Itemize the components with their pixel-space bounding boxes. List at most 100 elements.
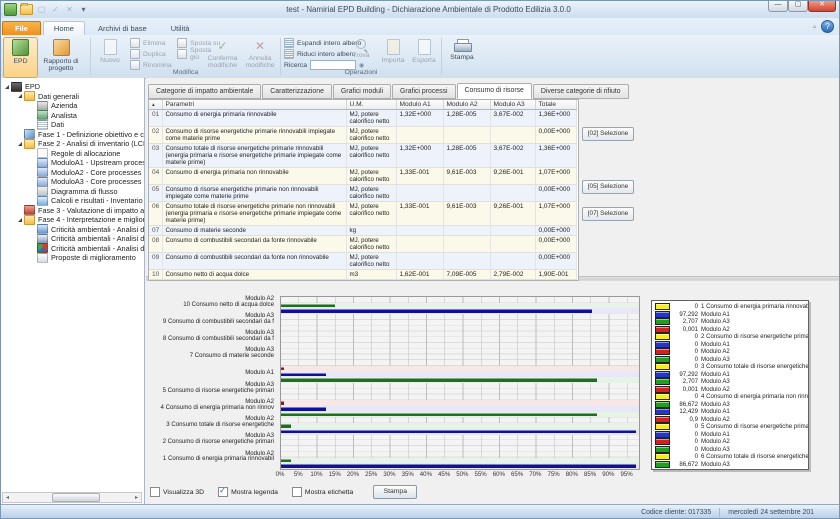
column-header-modulo-a1[interactable]: Modulo A1 xyxy=(396,100,443,110)
confirm-icon[interactable]: ✓ xyxy=(50,4,61,15)
legend-swatch-green xyxy=(655,378,670,385)
duplica-button[interactable]: Duplica xyxy=(130,49,175,59)
module-icon xyxy=(37,177,48,187)
ribbon-tab-utilità[interactable]: Utilità xyxy=(160,21,201,35)
pie-icon xyxy=(37,243,48,253)
ribbon-tab-home[interactable]: Home xyxy=(43,21,85,35)
legend-entry: 0Modulo A2 xyxy=(655,438,805,446)
tree-item-fase-1-definizione-obiettivo-e[interactable]: Fase 1 - Definizione obiettivo e campo d… xyxy=(0,130,144,140)
tree-item-moduloa3-core-processes[interactable]: ModuloA3 - Core processes xyxy=(0,177,144,187)
checkbox-icon[interactable] xyxy=(292,487,302,497)
doc-tab-consumo-di-risorse[interactable]: Consumo di risorse xyxy=(457,83,532,99)
mostra-legenda-checkbox[interactable]: Mostra legenda xyxy=(218,487,278,497)
minimize-button[interactable]: — xyxy=(768,0,788,12)
table-row[interactable]: 07Consumo di materie secondekg0,00E+000 xyxy=(149,226,576,236)
tree-expander-icon[interactable] xyxy=(16,142,23,146)
x-axis-tick: 90% xyxy=(598,471,618,478)
selezione-button-3[interactable]: [07] Selezione xyxy=(582,207,634,221)
ribbon-tab-file[interactable]: File xyxy=(2,21,41,35)
table-row[interactable]: 08Consumo di combustibili secondari da f… xyxy=(149,236,576,253)
maximize-button[interactable]: ▢ xyxy=(788,0,808,12)
tree-item-azienda[interactable]: Azienda xyxy=(0,101,144,111)
tree-item-criticit-ambientali-analisi-de[interactable]: Criticità ambientali - Analisi dei Contr… xyxy=(0,234,144,244)
doc-tab-diverse-categorie-di-rifiuto[interactable]: Diverse categorie di rifiuto xyxy=(533,84,629,99)
cancel-icon[interactable]: ✕ xyxy=(64,4,75,15)
column-header-parametri[interactable]: Parametri xyxy=(162,100,346,110)
open-file-icon[interactable] xyxy=(20,4,33,15)
doc-tab-caratterizzazione[interactable]: Caratterizzazione xyxy=(262,84,332,99)
minimize-ribbon-icon[interactable]: ▵ xyxy=(813,23,816,30)
visualizza-3d-checkbox[interactable]: Visualizza 3D xyxy=(150,487,204,497)
tree-item-fase-3-valutazione-di-impatto-[interactable]: Fase 3 - Valutazione di impatto ambienta… xyxy=(0,206,144,216)
close-button[interactable]: ✕ xyxy=(808,0,836,12)
ribbon-separator xyxy=(441,38,442,75)
column-header-modulo-a3[interactable]: Modulo A3 xyxy=(490,100,535,110)
sort-indicator-icon[interactable]: ▴ xyxy=(149,100,162,110)
scroll-left-icon[interactable]: ◂ xyxy=(3,494,12,501)
ribbon-separator xyxy=(90,38,91,75)
epd-button[interactable]: EPD xyxy=(3,37,38,78)
tree-item-criticit-ambientali-analisi-de[interactable]: Criticità ambientali - Analisi dei Contr… xyxy=(0,244,144,254)
tree-item-proposte-di-miglioramento[interactable]: Proposte di miglioramento xyxy=(0,253,144,263)
tree-item-diagramma-di-flusso[interactable]: Diagramma di flusso xyxy=(0,187,144,197)
rapporto-di-progetto-button[interactable]: Rapporto di progetto xyxy=(38,37,84,77)
tree-item-calcoli-e-risultati-inventario[interactable]: Calcoli e risultati - Inventario xyxy=(0,196,144,206)
tree-item-fase-2-analisi-di-inventario-l[interactable]: Fase 2 - Analisi di inventario (LCI) xyxy=(0,139,144,149)
tree-item-regole-di-allocazione[interactable]: Regole di allocazione xyxy=(0,149,144,159)
legend-entry: 01 Consumo di energia primaria rinnovabi… xyxy=(655,303,805,311)
column-header-totale[interactable]: Totale xyxy=(535,100,576,110)
tree-item-label: Calcoli e risultati - Inventario xyxy=(51,196,143,205)
stampa-chart-button[interactable]: Stampa xyxy=(373,485,417,499)
mostra-etichetta-checkbox[interactable]: Mostra etichetta xyxy=(292,487,353,497)
tree-item-label: ModuloA2 - Core processes xyxy=(51,168,141,177)
tree-expander-icon[interactable] xyxy=(16,94,23,98)
tree-item-moduloa1-upstream-processes[interactable]: ModuloA1 - Upstream processes xyxy=(0,158,144,168)
azienda-icon xyxy=(37,101,48,111)
scroll-right-icon[interactable]: ▸ xyxy=(132,494,141,501)
table-row[interactable]: 06Consumo totale di risorse energetiche … xyxy=(149,202,576,226)
column-header-modulo-a2[interactable]: Modulo A2 xyxy=(443,100,490,110)
tree-item-criticit-ambientali-analisi-de[interactable]: Criticità ambientali - Analisi dei Contr… xyxy=(0,225,144,235)
qat-dropdown-icon[interactable]: ▾ xyxy=(78,4,89,15)
selezione-button-2[interactable]: [05] Selezione xyxy=(582,180,634,194)
legend-label: Modulo A1 xyxy=(701,408,730,415)
save-icon[interactable]: ▢ xyxy=(36,4,47,15)
tree-expander-icon[interactable] xyxy=(16,218,23,222)
ribbon-tab-archivi-di-base[interactable]: Archivi di base xyxy=(87,21,158,35)
selezione-button-1[interactable]: [02] Selezione xyxy=(582,127,634,141)
elimina-button[interactable]: Elimina xyxy=(130,38,175,48)
tree-item-dati-generali[interactable]: Dati generali xyxy=(0,92,144,102)
table-row[interactable]: 04Consumo di energia primaria non rinnov… xyxy=(149,168,576,185)
help-icon[interactable]: ? xyxy=(821,20,834,33)
doc-tab-categorie-di-impatto-ambientale[interactable]: Categorie di impatto ambientale xyxy=(148,84,261,99)
doc-tab-grafici-moduli[interactable]: Grafici moduli xyxy=(333,84,391,99)
doc-tab-grafici-processi[interactable]: Grafici processi xyxy=(392,84,455,99)
checkbox-icon[interactable] xyxy=(150,487,160,497)
checkbox-icon[interactable] xyxy=(218,487,228,497)
tree-item-analista[interactable]: Analista xyxy=(0,111,144,121)
table-row[interactable]: 01Consumo di energia primaria rinnovabil… xyxy=(149,110,576,127)
ribbon: EPD Rapporto di progetto Nuovo Elimina D… xyxy=(0,35,840,79)
table-row[interactable]: 10Consumo netto di acqua dolcem31,62E-00… xyxy=(149,270,576,280)
value-cell xyxy=(443,226,490,236)
value-cell: 1,62E-001 xyxy=(396,270,443,280)
table-row[interactable]: 05Consumo di risorse energetiche primari… xyxy=(149,185,576,202)
column-header-u-m-[interactable]: U.M. xyxy=(346,100,396,110)
stampa-ribbon-button[interactable]: Stampa xyxy=(445,37,479,77)
value-cell: 9,61E-003 xyxy=(443,202,490,226)
row-number-cell: 03 xyxy=(149,144,162,168)
tree-item-epd[interactable]: EPD xyxy=(0,82,144,92)
tree-item-dati[interactable]: Dati xyxy=(0,120,144,130)
legend-value: 0 xyxy=(672,363,698,370)
scrollbar-thumb[interactable] xyxy=(52,493,100,502)
tree-expander-icon[interactable] xyxy=(3,85,10,89)
tree-horizontal-scrollbar[interactable]: ◂ ▸ xyxy=(2,492,142,503)
tree-item-fase-4-interpretazione-e-migli[interactable]: Fase 4 - Interpretazione e miglioramento xyxy=(0,215,144,225)
legend-label: Modulo A2 xyxy=(701,348,730,355)
table-row[interactable]: 02Consumo di risorse energetiche primari… xyxy=(149,127,576,144)
parameter-cell: Consumo di energia primaria rinnovabile xyxy=(162,110,346,127)
edit-small-buttons: Elimina Duplica Rinomina xyxy=(130,38,175,70)
table-row[interactable]: 03Consumo totale di risorse energetiche … xyxy=(149,144,576,168)
table-row[interactable]: 09Consumo di combustibili secondari da f… xyxy=(149,253,576,270)
tree-item-moduloa2-core-processes[interactable]: ModuloA2 - Core processes xyxy=(0,168,144,178)
